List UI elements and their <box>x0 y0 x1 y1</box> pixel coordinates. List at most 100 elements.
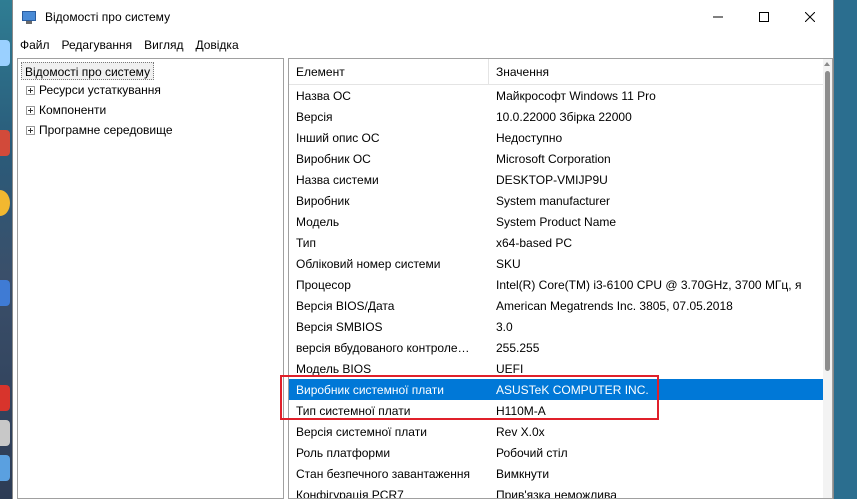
table-row[interactable]: Обліковий номер системи SKU <box>289 253 824 274</box>
row-value-cell: 3.0 <box>496 319 513 334</box>
title-bar[interactable]: Відомості про систему <box>13 0 833 34</box>
tree-item-label: Ресурси устаткування <box>39 83 161 97</box>
row-element-cell: Виробник <box>296 193 350 208</box>
row-element-cell: версія вбудованого контроле… <box>296 340 470 355</box>
row-element-cell: Версія системної плати <box>296 424 427 439</box>
table-row[interactable]: Назва системи DESKTOP-VMIJP9U <box>289 169 824 190</box>
row-element-cell: Інший опис ОС <box>296 130 380 145</box>
row-value-cell: UEFI <box>496 361 524 376</box>
desktop-icon[interactable] <box>0 420 10 446</box>
system-info-app-icon <box>21 9 37 25</box>
menu-help[interactable]: Довідка <box>189 34 244 56</box>
desktop-icon[interactable] <box>0 385 10 411</box>
menu-bar: Файл Редагування Вигляд Довідка <box>13 34 833 56</box>
row-element-cell: Назва ОС <box>296 88 351 103</box>
expand-icon[interactable] <box>26 125 35 135</box>
vertical-scrollbar[interactable] <box>823 59 832 498</box>
close-button[interactable] <box>787 0 833 34</box>
row-element-cell: Конфігурація PCR7 <box>296 487 404 499</box>
row-value-cell: Вимкнути <box>496 466 550 481</box>
row-value-cell: H110M-A <box>496 403 546 418</box>
row-value-cell: ASUSTeK COMPUTER INC. <box>496 382 649 397</box>
tree-item-components[interactable]: Компоненти <box>26 100 106 120</box>
row-value-cell: 10.0.22000 Збірка 22000 <box>496 109 632 124</box>
minimize-button[interactable] <box>695 0 741 34</box>
table-row[interactable]: Версія системної плати Rev X.0x <box>289 421 824 442</box>
table-row[interactable]: Виробник System manufacturer <box>289 190 824 211</box>
row-value-cell: 255.255 <box>496 340 540 355</box>
row-element-cell: Обліковий номер системи <box>296 256 441 271</box>
row-element-cell: Модель <box>296 214 340 229</box>
desktop-icon[interactable] <box>0 190 10 216</box>
menu-edit[interactable]: Редагування <box>56 34 139 56</box>
column-header-element[interactable]: Елемент <box>289 59 489 85</box>
row-value-cell: DESKTOP-VMIJP9U <box>496 172 608 187</box>
row-element-cell: Версія BIOS/Дата <box>296 298 395 313</box>
row-value-cell: Intel(R) Core(TM) i3-6100 CPU @ 3.70GHz,… <box>496 277 802 292</box>
column-header-value[interactable]: Значення <box>489 59 824 85</box>
row-element-cell: Модель BIOS <box>296 361 372 376</box>
minimize-icon <box>713 16 723 18</box>
table-row[interactable]: Версія 10.0.22000 Збірка 22000 <box>289 106 824 127</box>
row-value-cell: American Megatrends Inc. 3805, 07.05.201… <box>496 298 733 313</box>
row-value-cell: Недоступно <box>496 130 563 145</box>
close-icon <box>805 12 815 22</box>
system-information-window: Відомості про систему Файл Редагування В… <box>12 0 834 499</box>
row-value-cell: System manufacturer <box>496 193 611 208</box>
row-element-cell: Виробник ОС <box>296 151 371 166</box>
table-row[interactable]: Назва ОС Майкрософт Windows 11 Pro <box>289 85 824 106</box>
row-element-cell: Виробник системної плати <box>296 382 444 397</box>
desktop-background <box>0 0 12 499</box>
table-row[interactable]: версія вбудованого контроле… 255.255 <box>289 337 824 358</box>
table-row[interactable]: Виробник системної плати ASUSTeK COMPUTER… <box>289 379 824 400</box>
row-element-cell: Процесор <box>296 277 351 292</box>
row-element-cell: Стан безпечного завантаження <box>296 466 470 481</box>
row-element-cell: Назва системи <box>296 172 379 187</box>
row-element-cell: Версія SMBIOS <box>296 319 383 334</box>
menu-view[interactable]: Вигляд <box>138 34 189 56</box>
row-value-cell: Прив'язка неможлива <box>496 487 617 499</box>
table-row[interactable]: Версія BIOS/Дата American Megatrends Inc.… <box>289 295 824 316</box>
details-list: Елемент Значення Назва ОС Майкрософт Wind… <box>288 58 833 499</box>
table-row[interactable]: Конфігурація PCR7 Прив'язка неможлива <box>289 484 824 499</box>
row-value-cell: Rev X.0x <box>496 424 545 439</box>
tree-item-software-environment[interactable]: Програмне середовище <box>26 120 173 140</box>
desktop-icon[interactable] <box>0 280 10 306</box>
row-value-cell: SKU <box>496 256 521 271</box>
expand-icon[interactable] <box>26 105 35 115</box>
table-row[interactable]: Процесор Intel(R) Core(TM) i3-6100 CPU @ … <box>289 274 824 295</box>
scrollbar-thumb[interactable] <box>825 71 830 371</box>
maximize-button[interactable] <box>741 0 787 34</box>
table-row[interactable]: Модель BIOS UEFI <box>289 358 824 379</box>
table-row[interactable]: Інший опис ОС Недоступно <box>289 127 824 148</box>
tree-item-label: Програмне середовище <box>39 123 173 137</box>
row-element-cell: Тип <box>296 235 317 250</box>
window-title: Відомості про систему <box>45 10 171 24</box>
category-tree: Відомості про систему Ресурси устаткуван… <box>17 58 284 499</box>
tree-item-label: Компоненти <box>39 103 107 117</box>
row-element-cell: Тип системної плати <box>296 403 411 418</box>
row-value-cell: x64-based PC <box>496 235 573 250</box>
desktop-icon[interactable] <box>0 130 10 156</box>
table-row[interactable]: Модель System Product Name <box>289 211 824 232</box>
table-row[interactable]: Тип системної плати H110M-A <box>289 400 824 421</box>
scroll-up-arrow-icon[interactable] <box>824 62 830 66</box>
table-row[interactable]: Виробник ОС Microsoft Corporation <box>289 148 824 169</box>
row-value-cell: Microsoft Corporation <box>496 151 611 166</box>
maximize-icon <box>759 12 769 22</box>
table-row[interactable]: Стан безпечного завантаження Вимкнути <box>289 463 824 484</box>
expand-icon[interactable] <box>26 85 35 95</box>
tree-root-system-summary[interactable]: Відомості про систему <box>21 62 155 80</box>
menu-file[interactable]: Файл <box>14 34 56 56</box>
row-value-cell: System Product Name <box>496 214 617 229</box>
table-body: Назва ОС Майкрософт Windows 11 Pro Версія 1… <box>289 85 824 499</box>
desktop-icon[interactable] <box>0 455 10 481</box>
table-header: Елемент Значення <box>289 59 824 85</box>
row-value-cell: Робочий стіл <box>496 445 568 460</box>
table-row[interactable]: Роль платформи Робочий стіл <box>289 442 824 463</box>
table-row[interactable]: Версія SMBIOS 3.0 <box>289 316 824 337</box>
table-row[interactable]: Тип x64-based PC <box>289 232 824 253</box>
desktop-icon[interactable] <box>0 40 10 66</box>
tree-item-hardware-resources[interactable]: Ресурси устаткування <box>26 80 161 100</box>
row-element-cell: Роль платформи <box>296 445 391 460</box>
